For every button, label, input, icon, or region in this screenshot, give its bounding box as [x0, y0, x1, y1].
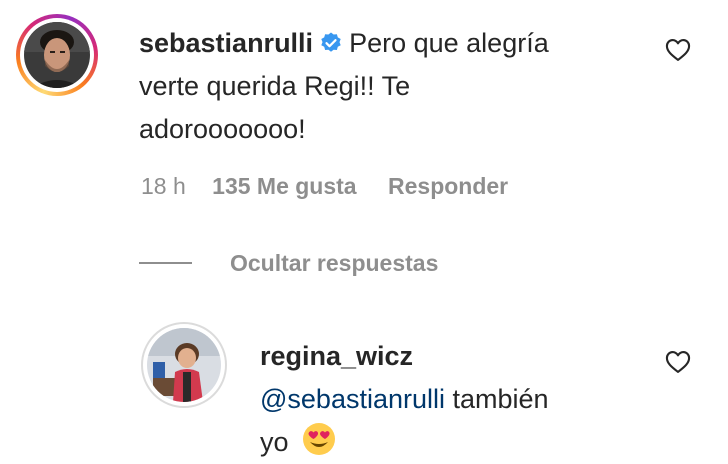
avatar[interactable]	[24, 22, 90, 88]
reply-body: regina_wicz @sebastianrulli también yo	[260, 335, 620, 464]
reply-avatar-ring[interactable]	[141, 322, 227, 408]
heart-outline-icon[interactable]	[664, 36, 692, 64]
hide-replies-button[interactable]: Ocultar respuestas	[230, 250, 438, 277]
comment-text-line3: adorooooooo!	[139, 114, 306, 144]
reply-button[interactable]: Responder	[388, 173, 508, 199]
comment-text-line1: Pero que alegría	[349, 28, 549, 58]
comment-body: sebastianrulli Pero que alegría verte qu…	[139, 22, 609, 151]
reply-username[interactable]: regina_wicz	[260, 341, 413, 371]
replies-divider	[139, 262, 192, 264]
comment-meta: 18 h 135 Me gusta Responder	[141, 173, 508, 200]
comment-username[interactable]: sebastianrulli	[139, 28, 313, 58]
heart-eyes-emoji-icon	[303, 423, 336, 455]
heart-outline-icon[interactable]	[664, 348, 692, 376]
avatar-frame	[20, 18, 94, 92]
reply-text-line1: también	[452, 384, 549, 414]
reply-mention-link[interactable]: @sebastianrulli	[260, 384, 445, 414]
story-avatar-ring[interactable]	[16, 14, 98, 96]
reply-text-line2: yo	[260, 427, 289, 457]
comment-time[interactable]: 18 h	[141, 173, 186, 199]
avatar[interactable]	[147, 328, 221, 402]
comment-text-line2: verte querida Regi!! Te	[139, 71, 411, 101]
comment-likes[interactable]: 135 Me gusta	[212, 173, 356, 199]
verified-badge-icon	[321, 32, 341, 52]
